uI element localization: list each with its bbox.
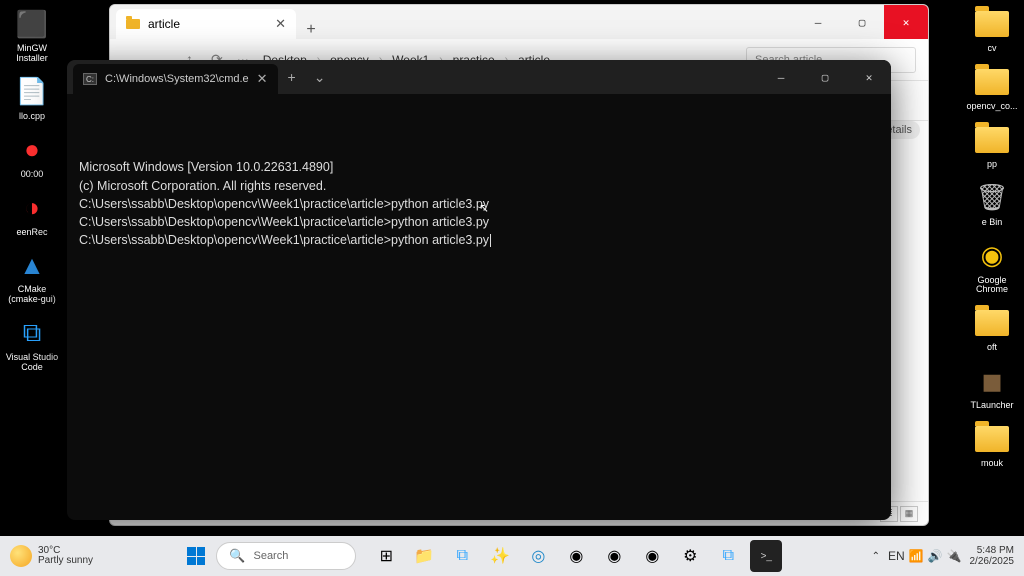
desktop-icon-chrome[interactable]: ◉Google Chrome bbox=[960, 236, 1024, 298]
close-tab-icon[interactable]: ✕ bbox=[275, 16, 286, 32]
desktop-icon-label: oft bbox=[987, 343, 997, 353]
taskbar-app-chrome[interactable]: ◉ bbox=[560, 540, 592, 572]
cpp-icon: 📄 bbox=[14, 74, 50, 110]
desktop-icon-rec-dot[interactable]: ● 00:00 bbox=[0, 130, 64, 182]
explorer-tabstrip: article ✕ + — ▢ ✕ bbox=[110, 5, 928, 39]
explorer-maximize-button[interactable]: ▢ bbox=[840, 5, 884, 39]
desktop-icon-mingw[interactable]: ⬛MinGW Installer bbox=[0, 4, 64, 66]
explorer-tab-title: article bbox=[148, 17, 180, 31]
system-tray[interactable]: ⌃ EN 📶 🔊 🔌 5:48 PM 2/26/2025 bbox=[872, 545, 1014, 567]
explorer-new-tab[interactable]: + bbox=[296, 21, 326, 39]
tray-volume-icon[interactable]: 🔊 bbox=[928, 549, 943, 563]
desktop-icon-label: CMake (cmake-gui) bbox=[2, 285, 62, 305]
desktop-icon-label: Visual Studio Code bbox=[2, 353, 62, 373]
clock-date: 2/26/2025 bbox=[970, 556, 1015, 567]
terminal-line: Microsoft Windows [Version 10.0.22631.48… bbox=[79, 158, 879, 176]
terminal-cursor bbox=[490, 234, 491, 247]
screenrec-icon: ◑ bbox=[14, 190, 50, 226]
weather-widget[interactable]: 30°C Partly sunny bbox=[10, 545, 93, 567]
search-icon: 🔍 bbox=[229, 548, 245, 564]
desktop-icon-label: Google Chrome bbox=[962, 276, 1022, 296]
terminal-titlebar: C: C:\Windows\System32\cmd.e ✕ + ⌄ — ▢ ✕ bbox=[67, 60, 891, 94]
vscode-icon: ⧉ bbox=[14, 315, 50, 351]
terminal-output[interactable]: ↖ Microsoft Windows [Version 10.0.22631.… bbox=[67, 94, 891, 520]
taskbar-app-terminal[interactable]: >_ bbox=[750, 540, 782, 572]
desktop-icon-folder-cv[interactable]: cv bbox=[960, 4, 1024, 56]
taskbar-search-label: Search bbox=[253, 550, 288, 562]
terminal-tab-title: C:\Windows\System32\cmd.e bbox=[105, 73, 249, 85]
desktop-icon-label: pp bbox=[987, 160, 997, 170]
desktop-icon-folder-mouk[interactable]: mouk bbox=[960, 419, 1024, 471]
tray-battery-icon[interactable]: 🔌 bbox=[947, 549, 962, 563]
folder-icon bbox=[974, 421, 1010, 457]
desktop-icon-label: eenRec bbox=[16, 228, 47, 238]
taskbar-app-vscode2[interactable]: ⧉ bbox=[712, 540, 744, 572]
taskbar-app-taskview[interactable]: ⊞ bbox=[370, 540, 402, 572]
folder-icon bbox=[974, 64, 1010, 100]
view-grid-button[interactable]: ▦ bbox=[900, 506, 918, 522]
explorer-close-button[interactable]: ✕ bbox=[884, 5, 928, 39]
terminal-maximize-button[interactable]: ▢ bbox=[803, 60, 847, 94]
taskbar-app-settings[interactable]: ⚙ bbox=[674, 540, 706, 572]
desktop-icon-label: 00:00 bbox=[21, 170, 44, 180]
mingw-icon: ⬛ bbox=[14, 6, 50, 42]
terminal-tab-dropdown[interactable]: ⌄ bbox=[306, 69, 334, 86]
windows-logo-icon bbox=[187, 547, 205, 565]
cmake-icon: ▲ bbox=[14, 247, 50, 283]
taskbar-app-chrome2[interactable]: ◉ bbox=[598, 540, 630, 572]
tray-lang-icon[interactable]: EN bbox=[888, 549, 905, 563]
chrome-icon: ◉ bbox=[974, 238, 1010, 274]
terminal-minimize-button[interactable]: — bbox=[759, 60, 803, 94]
desktop-icon-folder-opencv[interactable]: opencv_co... bbox=[960, 62, 1024, 114]
cmd-icon: C: bbox=[83, 73, 97, 85]
explorer-tab-article[interactable]: article ✕ bbox=[116, 9, 296, 39]
taskbar-app-copilot[interactable]: ✨ bbox=[484, 540, 516, 572]
taskbar-clock[interactable]: 5:48 PM 2/26/2025 bbox=[970, 545, 1015, 567]
terminal-window[interactable]: C: C:\Windows\System32\cmd.e ✕ + ⌄ — ▢ ✕… bbox=[67, 60, 891, 520]
desktop-icon-folder-pp[interactable]: pp bbox=[960, 120, 1024, 172]
terminal-line: C:\Users\ssabb\Desktop\opencv\Week1\prac… bbox=[79, 231, 879, 249]
terminal-tab[interactable]: C: C:\Windows\System32\cmd.e ✕ bbox=[73, 64, 278, 94]
weather-icon bbox=[10, 545, 32, 567]
desktop-icon-label: opencv_co... bbox=[966, 102, 1017, 112]
desktop-icon-cpp[interactable]: 📄 llo.cpp bbox=[0, 72, 64, 124]
desktop-icon-label: MinGW Installer bbox=[2, 44, 62, 64]
desktop-icon-label: llo.cpp bbox=[19, 112, 45, 122]
tlauncher-icon: ◼ bbox=[974, 363, 1010, 399]
taskbar-app-edge[interactable]: ◎ bbox=[522, 540, 554, 572]
desktop-icon-vscode[interactable]: ⧉Visual Studio Code bbox=[0, 313, 64, 375]
desktop-icon-label: mouk bbox=[981, 459, 1003, 469]
mouse-cursor-icon: ↖ bbox=[479, 200, 489, 217]
taskbar-app-vscode[interactable]: ⧉ bbox=[446, 540, 478, 572]
taskbar-app-explorer[interactable]: 📁 bbox=[408, 540, 440, 572]
desktop-icon-screenrec[interactable]: ◑ eenRec bbox=[0, 188, 64, 240]
tray-overflow-icon[interactable]: ⌃ bbox=[872, 551, 880, 562]
desktop-icon-tlauncher[interactable]: ◼ TLauncher bbox=[960, 361, 1024, 413]
folder-icon bbox=[126, 19, 140, 29]
clock-time: 5:48 PM bbox=[970, 545, 1015, 556]
rec-bin-icon: 🗑 bbox=[974, 180, 1010, 216]
start-button[interactable] bbox=[182, 540, 210, 572]
taskbar-search[interactable]: 🔍 Search bbox=[216, 542, 356, 570]
terminal-line: (c) Microsoft Corporation. All rights re… bbox=[79, 177, 879, 195]
desktop-icon-label: TLauncher bbox=[970, 401, 1013, 411]
weather-cond: Partly sunny bbox=[38, 556, 93, 566]
taskbar-app-chrome3[interactable]: ◉ bbox=[636, 540, 668, 572]
desktop-icon-rec-bin[interactable]: 🗑 e Bin bbox=[960, 178, 1024, 230]
terminal-new-tab[interactable]: + bbox=[278, 69, 306, 85]
taskbar: 30°C Partly sunny 🔍 Search ⊞ 📁 ⧉ ✨ ◎ ◉ ◉… bbox=[0, 536, 1024, 576]
folder-icon bbox=[974, 305, 1010, 341]
folder-icon bbox=[974, 122, 1010, 158]
tray-wifi-icon[interactable]: 📶 bbox=[909, 549, 924, 563]
desktop-icon-cmake[interactable]: ▲CMake (cmake-gui) bbox=[0, 245, 64, 307]
terminal-close-button[interactable]: ✕ bbox=[847, 60, 891, 94]
rec-dot-icon: ● bbox=[14, 132, 50, 168]
desktop-icon-label: cv bbox=[988, 44, 997, 54]
desktop-icon-label: e Bin bbox=[982, 218, 1003, 228]
desktop-icon-folder-soft[interactable]: oft bbox=[960, 303, 1024, 355]
folder-icon bbox=[974, 6, 1010, 42]
terminal-tab-close-icon[interactable]: ✕ bbox=[257, 71, 268, 87]
explorer-minimize-button[interactable]: — bbox=[796, 5, 840, 39]
